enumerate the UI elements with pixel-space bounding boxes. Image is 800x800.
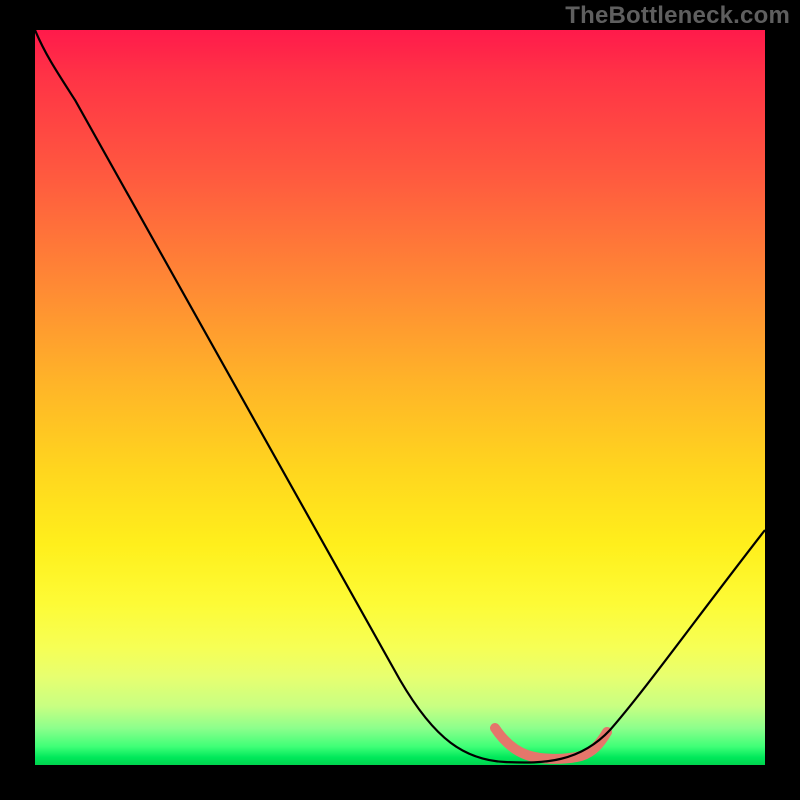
- plot-area: [35, 30, 765, 765]
- bottleneck-curve: [35, 30, 765, 763]
- emphasis-segment: [495, 728, 607, 759]
- curve-svg: [35, 30, 765, 765]
- chart-frame: TheBottleneck.com: [0, 0, 800, 800]
- watermark-text: TheBottleneck.com: [565, 2, 790, 30]
